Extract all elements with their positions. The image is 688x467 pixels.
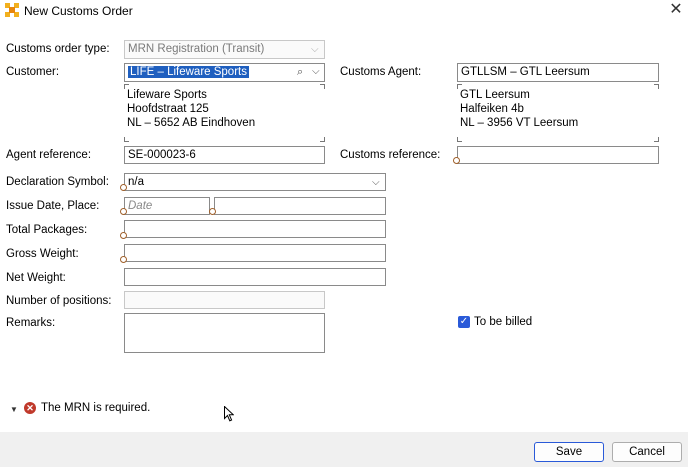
close-icon[interactable]: ✕ [664, 0, 688, 22]
address-frame-corner [320, 84, 325, 89]
error-icon: ✕ [24, 402, 36, 414]
app-icon [5, 3, 19, 17]
anchor-handle [120, 184, 127, 191]
customs-agent-value: GTLLSM – GTL Leersum [461, 66, 590, 78]
remarks-label: Remarks: [6, 317, 56, 329]
dialog-footer: Save Cancel [0, 432, 688, 467]
anchor-handle [120, 256, 127, 263]
anchor-handle [209, 208, 216, 215]
mouse-cursor-icon [224, 406, 234, 422]
to-be-billed-checkbox[interactable]: ✓ [458, 316, 470, 328]
customer-address-line: Hoofdstraat 125 [127, 103, 209, 115]
net-weight-label: Net Weight: [6, 272, 66, 284]
to-be-billed-label: To be billed [474, 316, 533, 328]
declaration-symbol-label: Declaration Symbol: [6, 176, 109, 188]
address-frame-corner [320, 137, 325, 142]
anchor-handle [120, 232, 127, 239]
customer-address-line: Lifeware Sports [127, 89, 207, 101]
cancel-button[interactable]: Cancel [612, 442, 682, 462]
customs-agent-field[interactable]: GTLLSM – GTL Leersum [457, 63, 659, 82]
declaration-symbol-value: n/a [128, 176, 144, 188]
issue-date-input[interactable]: Date [124, 197, 210, 215]
customer-select[interactable]: LIFE – Lifeware Sports [124, 63, 325, 82]
chevron-down-icon[interactable]: ⌵ [312, 66, 320, 77]
address-frame-corner [654, 137, 659, 142]
address-frame-corner [457, 137, 462, 142]
agent-reference-value: SE-000023-6 [128, 149, 196, 161]
customs-reference-input[interactable] [457, 146, 659, 164]
chevron-down-icon: ⌵ [311, 44, 319, 55]
net-weight-input[interactable] [124, 268, 386, 286]
customs-order-type-select[interactable]: MRN Registration (Transit) [124, 40, 325, 59]
issue-date-placeholder: Date [128, 200, 153, 212]
customs-reference-label: Customs reference: [340, 149, 441, 161]
agent-reference-label: Agent reference: [6, 149, 92, 161]
issue-date-place-label: Issue Date, Place: [6, 200, 100, 212]
chevron-down-icon[interactable]: ⌵ [372, 177, 380, 188]
remarks-textarea[interactable] [124, 313, 325, 353]
issue-place-input[interactable] [214, 197, 386, 215]
anchor-handle [453, 157, 460, 164]
save-button[interactable]: Save [534, 442, 604, 462]
customs-agent-address: GTL Leersum Halfeiken 4b NL – 3956 VT Le… [460, 88, 578, 130]
agent-address-line: Halfeiken 4b [460, 103, 524, 115]
agent-reference-input[interactable]: SE-000023-6 [124, 146, 325, 164]
customer-label: Customer: [6, 66, 60, 78]
anchor-handle [120, 208, 127, 215]
gross-weight-label: Gross Weight: [6, 248, 79, 260]
new-customs-order-dialog: New Customs Order ✕ Customs order type: … [0, 0, 688, 467]
search-icon[interactable]: ⌕ [297, 66, 303, 79]
customer-address-line: NL – 5652 AB Eindhoven [127, 117, 256, 129]
gross-weight-input[interactable] [124, 244, 386, 262]
agent-address-line: NL – 3956 VT Leersum [460, 117, 579, 129]
title-bar: New Customs Order ✕ [0, 0, 688, 22]
collapse-arrow-icon[interactable]: ▼ [10, 405, 18, 414]
customer-address: Lifeware Sports Hoofdstraat 125 NL – 565… [127, 88, 255, 130]
address-frame-corner [654, 84, 659, 89]
customs-order-type-label: Customs order type: [6, 43, 110, 55]
window-title: New Customs Order [24, 4, 133, 18]
declaration-symbol-select[interactable]: n/a [124, 173, 386, 191]
total-packages-input[interactable] [124, 220, 386, 238]
customer-value: LIFE – Lifeware Sports [128, 66, 249, 78]
customs-agent-label: Customs Agent: [340, 66, 422, 78]
number-of-positions-input[interactable] [124, 291, 325, 309]
address-frame-corner [124, 137, 129, 142]
total-packages-label: Total Packages: [6, 224, 88, 236]
agent-address-line: GTL Leersum [460, 89, 530, 101]
validation-message: The MRN is required. [41, 402, 151, 414]
number-of-positions-label: Number of positions: [6, 295, 112, 307]
customs-order-type-value: MRN Registration (Transit) [128, 43, 265, 55]
